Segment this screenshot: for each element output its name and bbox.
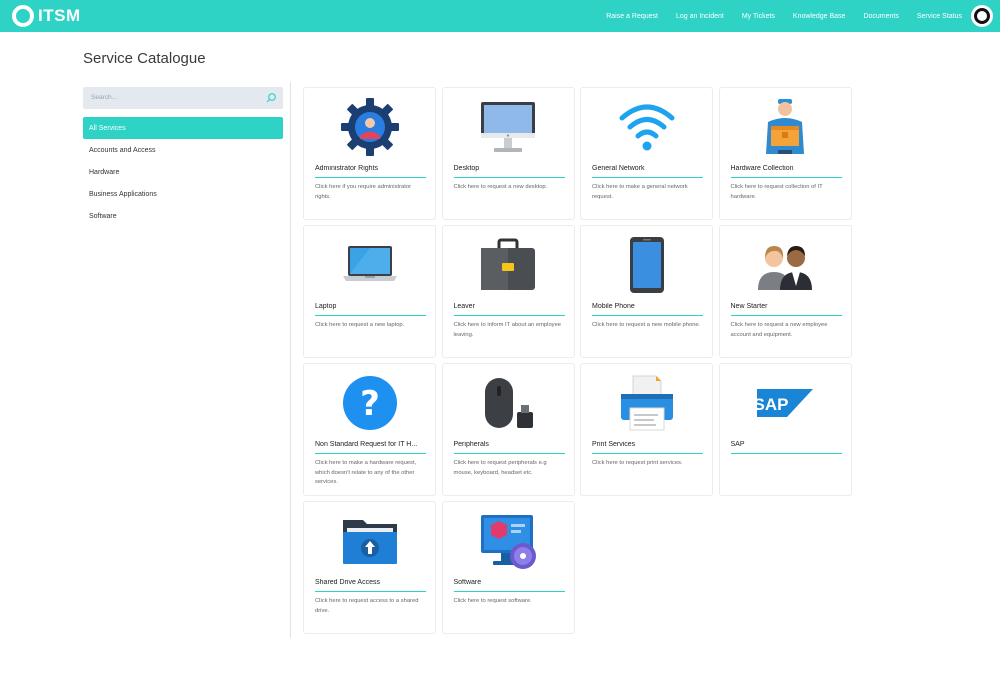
service-card-shared-drive-access[interactable]: Shared Drive Access Click here to reques… <box>303 501 436 634</box>
service-description: Click here to request collection of IT h… <box>730 184 823 200</box>
sap-logo-icon: SAP <box>754 389 813 417</box>
service-description: Click here to request a new laptop. <box>315 322 405 328</box>
search-placeholder: Search... <box>91 94 118 101</box>
service-card-general-network[interactable]: General Network Click here to make a gen… <box>580 87 713 220</box>
service-description: Click here to make a general network req… <box>592 184 688 200</box>
card-divider <box>453 177 565 178</box>
service-description: Click here to request software. <box>453 598 532 604</box>
nav-log-incident[interactable]: Log an Incident <box>676 13 724 20</box>
laptop-icon <box>342 246 397 281</box>
card-divider <box>592 177 703 178</box>
service-card-print-services[interactable]: Print Services Click here to request pri… <box>580 363 713 496</box>
logo-text: ITSM <box>38 6 81 25</box>
card-divider <box>315 591 426 592</box>
service-name: New Starter <box>730 303 768 310</box>
service-card-desktop[interactable]: Desktop Click here to request a new desk… <box>441 87 575 220</box>
card-divider <box>592 453 703 454</box>
search-icon[interactable] <box>265 92 277 104</box>
service-name: Print Services <box>592 441 636 448</box>
nav-service-status[interactable]: Service Status <box>917 13 962 20</box>
service-description: Click here to make a hardware request, w… <box>315 460 417 485</box>
search-input[interactable]: Search... <box>83 87 283 109</box>
svg-text:?: ? <box>360 384 380 424</box>
service-description: Click here to request access to a shared… <box>315 598 419 614</box>
service-description: Click here if you require administrator … <box>315 184 412 200</box>
software-icon <box>481 515 536 569</box>
service-name: Laptop <box>315 303 337 310</box>
service-card-hardware-collection[interactable]: Hardware Collection Click here to reques… <box>718 87 852 220</box>
logo-ring-icon <box>12 5 34 27</box>
service-description: Click here to request a new desktop. <box>453 184 548 190</box>
nav-my-tickets[interactable]: My Tickets <box>742 13 775 20</box>
category-accounts-access[interactable]: Accounts and Access <box>83 139 283 161</box>
service-card-software[interactable]: Software Click here to request software. <box>441 501 575 634</box>
itsm-logo[interactable]: ITSM <box>12 5 81 27</box>
service-name: SAP <box>730 441 745 448</box>
service-description: Click here to request peripherals e.g mo… <box>453 460 547 476</box>
mobile-phone-icon <box>629 237 664 293</box>
card-divider <box>592 315 703 316</box>
category-hardware[interactable]: Hardware <box>83 161 283 183</box>
service-card-laptop[interactable]: Laptop Click here to request a new lapto… <box>303 225 436 358</box>
service-name: Hardware Collection <box>730 165 794 172</box>
service-name: Desktop <box>453 165 480 172</box>
service-name: Software <box>453 579 482 586</box>
service-card-leaver[interactable]: Leaver Click here to inform IT about an … <box>441 225 575 358</box>
desktop-icon <box>481 102 535 152</box>
card-divider <box>730 315 842 316</box>
nav-raise-request[interactable]: Raise a Request <box>606 13 658 20</box>
main-nav: Raise a Request Log an Incident My Ticke… <box>588 0 962 32</box>
service-name: Shared Drive Access <box>315 579 380 586</box>
service-name: Mobile Phone <box>592 303 635 310</box>
category-business-applications[interactable]: Business Applications <box>83 183 283 205</box>
card-divider <box>730 177 842 178</box>
service-card-peripherals[interactable]: Peripherals Click here to request periph… <box>441 363 575 496</box>
top-bar: ITSM Raise a Request Log an Incident My … <box>0 0 1000 32</box>
people-icon <box>758 246 812 290</box>
service-description: Click here to request a new mobile phone… <box>592 322 701 328</box>
shared-folder-icon <box>342 520 397 564</box>
service-card-new-starter[interactable]: New Starter Click here to request a new … <box>718 225 852 358</box>
wifi-icon <box>619 104 674 151</box>
card-divider <box>315 177 426 178</box>
service-description: Click here to inform IT about an employe… <box>453 322 562 338</box>
service-card-administrator-rights[interactable]: Administrator Rights Click here if you r… <box>303 87 436 220</box>
service-name: Non Standard Request for IT H... <box>315 441 418 448</box>
avatar-ring-icon <box>974 8 990 24</box>
courier-icon <box>766 99 804 154</box>
card-divider <box>315 315 426 316</box>
nav-knowledge-base[interactable]: Knowledge Base <box>793 13 846 20</box>
service-card-mobile-phone[interactable]: Mobile Phone Click here to request a new… <box>580 225 713 358</box>
card-divider <box>315 453 426 454</box>
card-divider <box>730 453 842 454</box>
category-software[interactable]: Software <box>83 205 283 227</box>
service-card-sap[interactable]: SAP SAP <box>718 363 852 496</box>
user-avatar[interactable] <box>971 5 993 27</box>
question-icon: ? <box>342 376 397 430</box>
service-name: General Network <box>592 165 645 172</box>
category-all-services[interactable]: All Services <box>83 117 283 139</box>
card-divider <box>453 591 565 592</box>
service-name: Peripherals <box>453 441 489 448</box>
page-title: Service Catalogue <box>83 50 206 67</box>
card-divider <box>453 453 565 454</box>
service-name: Leaver <box>453 303 475 310</box>
nav-documents[interactable]: Documents <box>863 13 898 20</box>
service-name: Administrator Rights <box>315 165 379 172</box>
card-divider <box>453 315 565 316</box>
service-grid: Administrator Rights Click here if you r… <box>303 87 852 634</box>
service-description: Click here to request a new employee acc… <box>730 322 828 338</box>
svg-text:SAP: SAP <box>754 395 788 414</box>
printer-icon <box>620 375 673 431</box>
briefcase-icon <box>481 238 535 290</box>
service-description: Click here to request print services. <box>592 460 683 466</box>
gear-user-icon <box>340 98 399 156</box>
mouse-icon <box>485 378 533 428</box>
vertical-divider <box>290 82 291 638</box>
category-list: All Services Accounts and Access Hardwar… <box>83 117 283 227</box>
service-card-non-standard-request[interactable]: ? Non Standard Request for IT H... Click… <box>303 363 436 496</box>
